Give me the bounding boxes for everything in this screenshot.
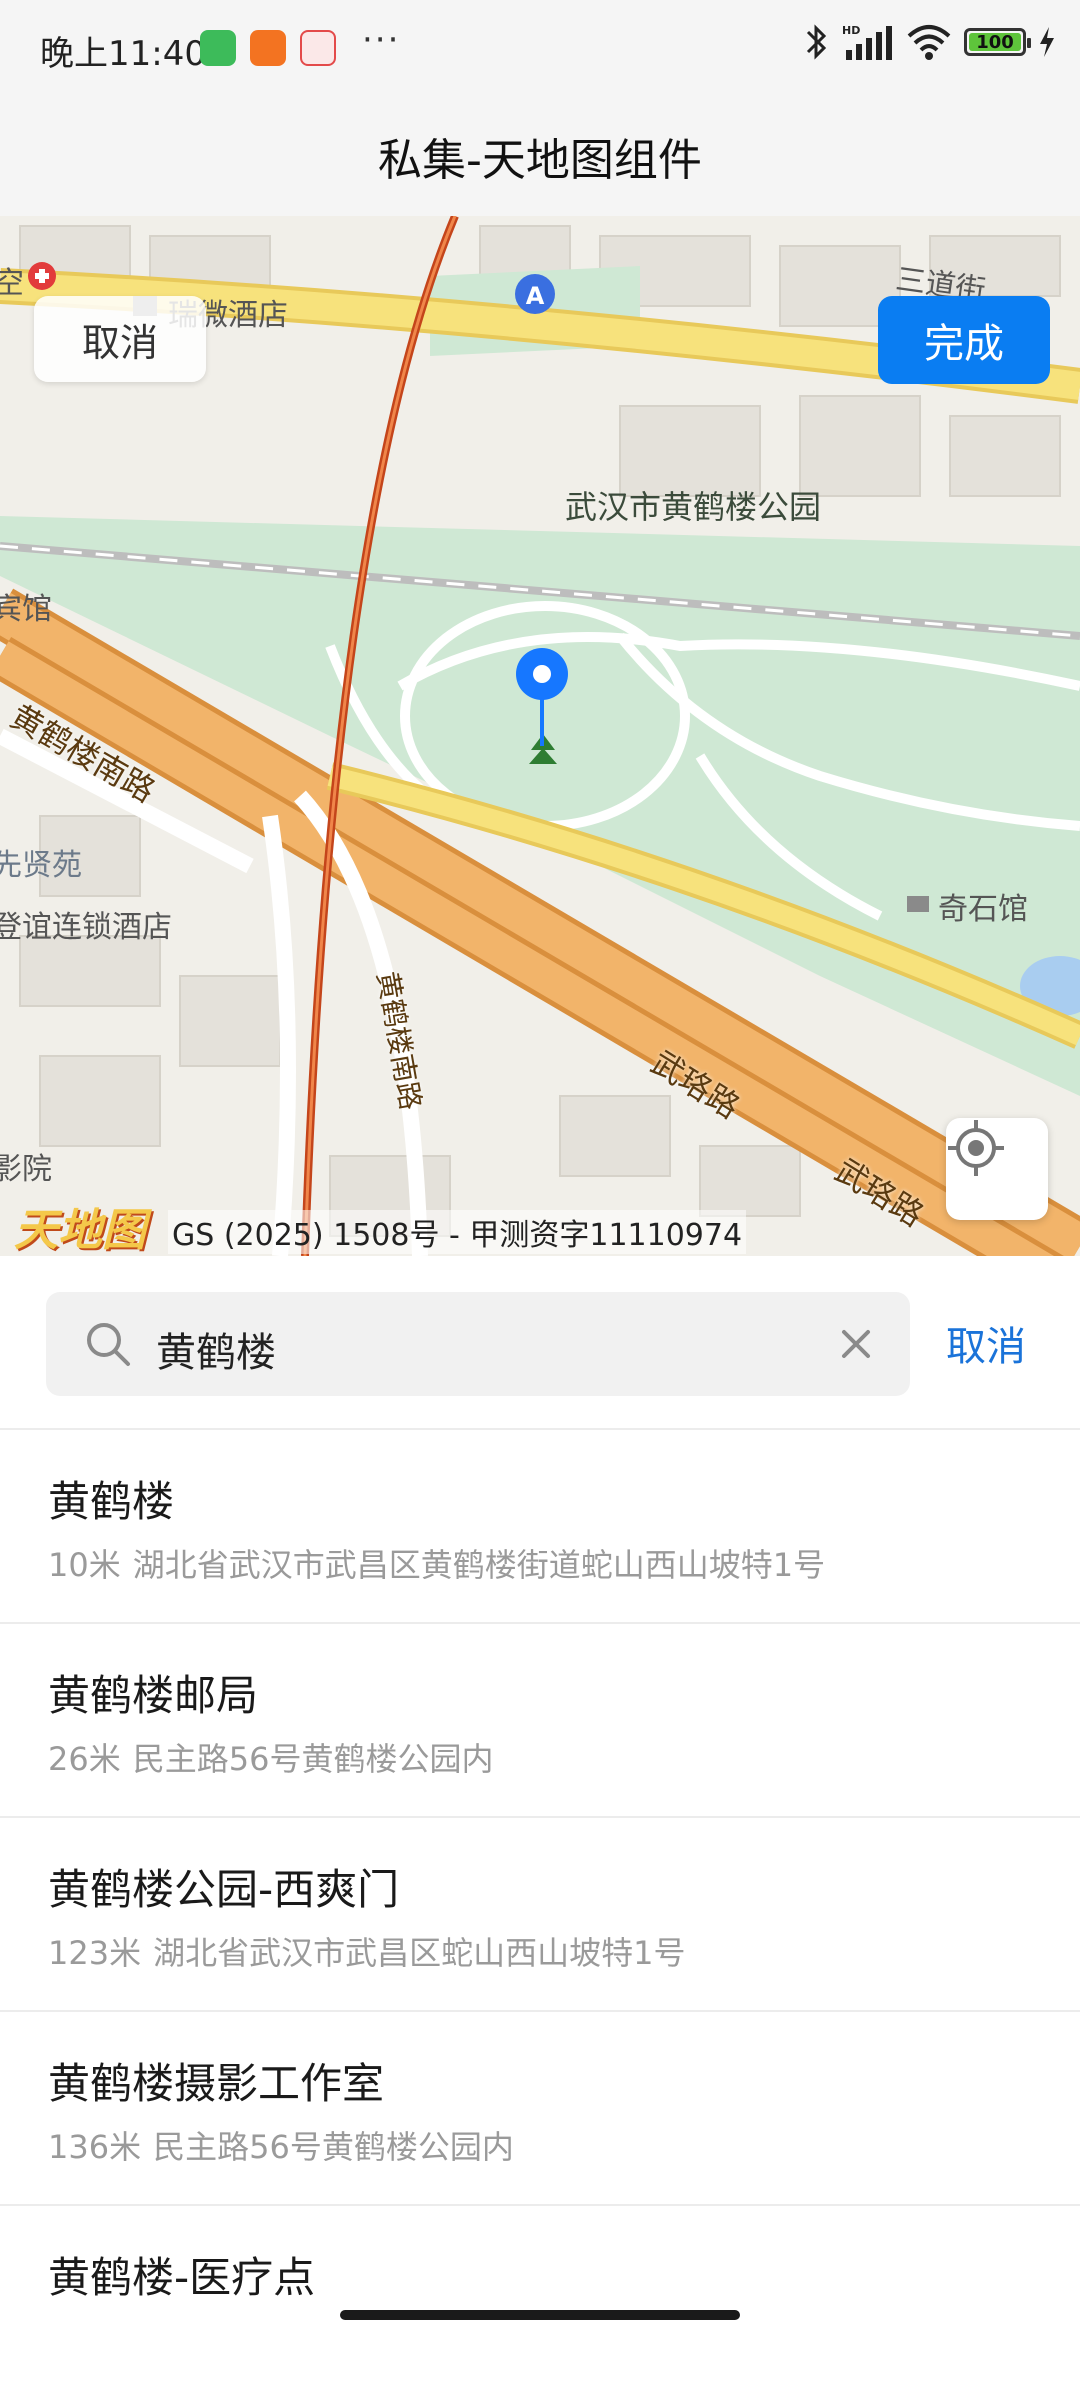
locate-icon [948, 1120, 1004, 1176]
mi-app-icon [250, 30, 286, 66]
search-cancel-button[interactable]: 取消 [946, 1314, 1026, 1372]
result-address: 民主路56号黄鹤楼公园内 [132, 1740, 494, 1778]
search-icon [87, 1323, 130, 1366]
list-item[interactable]: 黄鹤楼公园-西爽门 123米 湖北省武汉市武昌区蛇山西山坡特1号 [0, 1818, 1080, 2012]
signal-icon: HD [842, 24, 892, 60]
result-name: 黄鹤楼公园-西爽门 [48, 1865, 400, 1914]
wifi-icon [907, 25, 951, 60]
charging-icon [1040, 27, 1054, 57]
page-title: 私集-天地图组件 [378, 135, 702, 186]
title-bar: 私集-天地图组件 [0, 96, 1080, 216]
map-label-museum: 奇石馆 [938, 892, 1028, 927]
map-label-area: 先贤苑 [0, 848, 82, 883]
map-label-hotel2: 登谊连锁酒店 [0, 910, 172, 945]
map-label-park: 武汉市黄鹤楼公园 [565, 488, 822, 526]
bluetooth-icon [806, 24, 827, 60]
battery-level: 100 [976, 31, 1014, 53]
result-detail: 10米 湖北省武汉市武昌区黄鹤楼街道蛇山西山坡特1号 [48, 1540, 825, 1586]
list-item[interactable]: 黄鹤楼邮局 26米 民主路56号黄鹤楼公园内 [0, 1624, 1080, 1818]
map-label-hospital: 空 [0, 266, 24, 301]
map-label-cinema: 影院 [0, 1152, 52, 1187]
home-indicator[interactable] [340, 2310, 740, 2320]
result-detail [48, 2316, 60, 2354]
more-notifications-icon: ··· [362, 20, 401, 60]
status-time: 晚上11:40 [40, 34, 206, 74]
locate-button[interactable] [946, 1118, 1048, 1220]
map-provider-logo: 天地图 [14, 1205, 146, 1256]
result-detail: 26米 民主路56号黄鹤楼公园内 [48, 1734, 493, 1780]
result-distance: 26米 [48, 1740, 121, 1778]
result-address: 湖北省武汉市武昌区黄鹤楼街道蛇山西山坡特1号 [132, 1546, 826, 1584]
result-detail: 136米 民主路56号黄鹤楼公园内 [48, 2122, 514, 2168]
map-done-button[interactable]: 完成 [878, 296, 1050, 384]
search-bar: 黄鹤楼 取消 [0, 1256, 1080, 1430]
map-label-binguan: 宾馆 [0, 592, 52, 627]
map-app-icon [300, 30, 336, 66]
battery-icon: 100 [964, 28, 1031, 56]
result-name: 黄鹤楼-医疗点 [48, 2253, 316, 2302]
svg-text:A: A [526, 282, 545, 310]
result-detail: 123米 湖北省武汉市武昌区蛇山西山坡特1号 [48, 1928, 685, 1974]
search-input-value: 黄鹤楼 [156, 1330, 276, 1376]
result-name: 黄鹤楼 [48, 1477, 175, 1526]
list-item[interactable]: 黄鹤楼-医疗点 [0, 2206, 1080, 2400]
result-name: 黄鹤楼摄影工作室 [48, 2059, 385, 2108]
search-input[interactable]: 黄鹤楼 [46, 1292, 910, 1396]
status-indicators: HD 100 [804, 22, 1056, 62]
status-bar: 晚上11:40 ··· HD 100 [0, 0, 1080, 96]
svg-text:HD: HD [842, 24, 860, 37]
list-item[interactable]: 黄鹤楼 10米 湖北省武汉市武昌区黄鹤楼街道蛇山西山坡特1号 [0, 1430, 1080, 1624]
wechat-like-app-icon [200, 30, 236, 66]
close-icon[interactable] [836, 1320, 876, 1368]
map-cancel-button[interactable]: 取消 [34, 296, 206, 382]
map-copyright: GS (2025) 1508号 - 甲测资字11110974 [168, 1210, 747, 1254]
results-list: 黄鹤楼 10米 湖北省武汉市武昌区黄鹤楼街道蛇山西山坡特1号 黄鹤楼邮局 26米民… [0, 1430, 1080, 2400]
map-pin-icon [516, 648, 568, 746]
list-item[interactable]: 黄鹤楼摄影工作室 136米 民主路56号黄鹤楼公园内 [0, 2012, 1080, 2206]
result-distance: 136米 [48, 2128, 142, 2166]
result-address: 民主路56号黄鹤楼公园内 [153, 2128, 514, 2166]
result-distance: 123米 [48, 1934, 142, 1972]
result-name: 黄鹤楼邮局 [48, 1671, 259, 1720]
map-view[interactable]: A 空 瑞微酒店 三道街 宾馆 黄鹤楼南路 武汉市黄鹤楼公园 奇石馆 先贤苑 登… [0, 216, 1080, 1256]
result-distance: 10米 [48, 1546, 121, 1584]
result-address: 湖北省武汉市武昌区蛇山西山坡特1号 [153, 1934, 686, 1972]
